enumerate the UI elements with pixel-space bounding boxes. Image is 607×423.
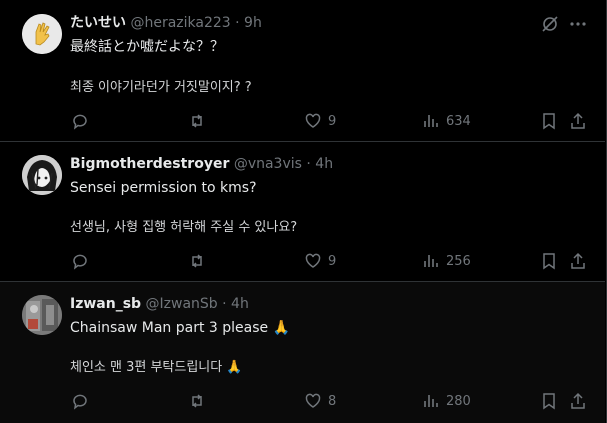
display-name[interactable]: たいせい bbox=[70, 15, 126, 31]
views-button[interactable]: 256 bbox=[422, 250, 471, 272]
heart-icon bbox=[305, 113, 321, 128]
separator-dot: · bbox=[222, 296, 227, 312]
hand-emoji-avatar-icon bbox=[22, 14, 62, 54]
views-icon bbox=[424, 115, 438, 127]
like-button[interactable]: 9 bbox=[304, 250, 336, 272]
heart-icon bbox=[305, 253, 321, 268]
repost-icon bbox=[192, 254, 202, 268]
grok-icon[interactable] bbox=[540, 14, 560, 34]
reply-button[interactable] bbox=[71, 110, 95, 132]
share-button[interactable] bbox=[569, 110, 587, 132]
like-button[interactable]: 9 bbox=[304, 110, 336, 132]
user-handle[interactable]: @herazika223 bbox=[130, 15, 230, 31]
separator-dot: · bbox=[235, 15, 240, 31]
action-bar: 9 634 bbox=[0, 110, 605, 132]
like-count: 9 bbox=[328, 253, 337, 269]
post-header: たいせい @herazika223 · 9h bbox=[70, 14, 262, 32]
post-text: 最終話とか嘘だよな？？ bbox=[70, 39, 224, 55]
bookmark-icon bbox=[543, 393, 555, 410]
more-icon[interactable] bbox=[568, 14, 588, 34]
share-icon bbox=[571, 112, 585, 129]
views-icon bbox=[424, 255, 438, 267]
reply-button[interactable] bbox=[71, 390, 95, 412]
post-text: Chainsaw Man part 3 please 🙏 bbox=[70, 320, 291, 336]
reply-icon bbox=[73, 114, 87, 130]
user-handle[interactable]: @vna3vis bbox=[234, 156, 302, 172]
repost-icon bbox=[192, 394, 202, 408]
bookmark-icon bbox=[543, 113, 555, 130]
repost-icon bbox=[192, 114, 202, 128]
action-bar: 9 256 bbox=[0, 250, 605, 272]
action-bar: 8 280 bbox=[0, 390, 605, 412]
share-button[interactable] bbox=[569, 390, 587, 412]
views-button[interactable]: 634 bbox=[422, 110, 471, 132]
post[interactable]: Bigmotherdestroyer @vna3vis · 4h Sensei … bbox=[0, 142, 605, 282]
heart-icon bbox=[305, 393, 321, 408]
views-count: 280 bbox=[446, 393, 471, 409]
post-header: Izwan_sb @IzwanSb · 4h bbox=[70, 295, 249, 313]
separator-dot: · bbox=[306, 156, 311, 172]
avatar[interactable] bbox=[22, 14, 62, 54]
views-count: 256 bbox=[446, 253, 471, 269]
reply-icon bbox=[73, 254, 87, 270]
repost-button[interactable] bbox=[188, 250, 212, 272]
bookmark-icon bbox=[543, 253, 555, 270]
bookmark-button[interactable] bbox=[540, 390, 558, 412]
like-count: 8 bbox=[328, 393, 337, 409]
post-text: Sensei permission to kms? bbox=[70, 180, 257, 196]
like-button[interactable]: 8 bbox=[304, 390, 336, 412]
avatar-image-icon bbox=[22, 155, 62, 195]
bookmark-button[interactable] bbox=[540, 250, 558, 272]
views-button[interactable]: 280 bbox=[422, 390, 471, 412]
share-icon bbox=[571, 392, 585, 409]
share-button[interactable] bbox=[569, 250, 587, 272]
user-handle[interactable]: @IzwanSb bbox=[146, 296, 218, 312]
timestamp[interactable]: 4h bbox=[315, 156, 333, 172]
avatar[interactable] bbox=[22, 155, 62, 195]
reply-icon bbox=[73, 394, 87, 410]
post-header: Bigmotherdestroyer @vna3vis · 4h bbox=[70, 155, 333, 173]
views-icon bbox=[424, 395, 438, 407]
timestamp[interactable]: 9h bbox=[244, 15, 262, 31]
post[interactable]: Izwan_sb @IzwanSb · 4h Chainsaw Man part… bbox=[0, 282, 605, 423]
post-translation: 체인소 맨 3편 부탁드립니다 🙏 bbox=[70, 360, 243, 375]
reply-button[interactable] bbox=[71, 250, 95, 272]
post[interactable]: たいせい @herazika223 · 9h 最終話とか嘘だよな？？ 최종 이야… bbox=[0, 0, 605, 142]
post-translation: 선생님, 사형 집행 허락해 주실 수 있나요? bbox=[70, 220, 298, 235]
timestamp[interactable]: 4h bbox=[231, 296, 249, 312]
share-icon bbox=[571, 252, 585, 269]
avatar-image-icon bbox=[22, 295, 62, 335]
avatar[interactable] bbox=[22, 295, 62, 335]
display-name[interactable]: Bigmotherdestroyer bbox=[70, 156, 229, 172]
post-translation: 최종 이야기라던가 거짓말이지? ? bbox=[70, 80, 252, 95]
repost-button[interactable] bbox=[188, 390, 212, 412]
repost-button[interactable] bbox=[188, 110, 212, 132]
display-name[interactable]: Izwan_sb bbox=[70, 296, 141, 312]
views-count: 634 bbox=[446, 113, 471, 129]
bookmark-button[interactable] bbox=[540, 110, 558, 132]
like-count: 9 bbox=[328, 113, 337, 129]
